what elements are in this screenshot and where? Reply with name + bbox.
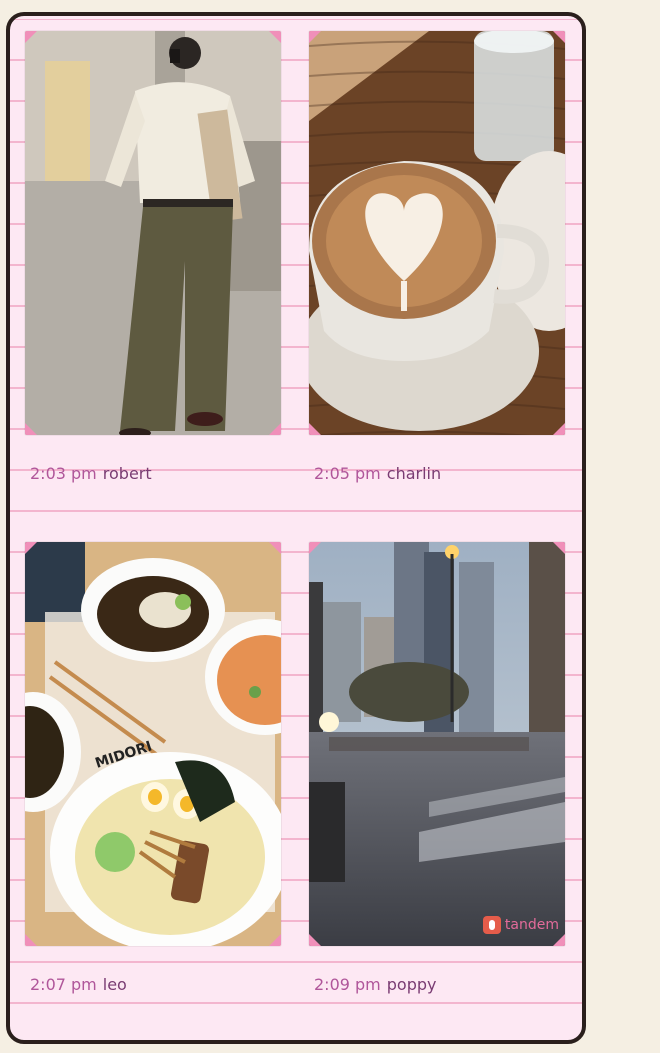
photo-corner-tab (269, 31, 281, 43)
photo-corner-tab (553, 31, 565, 43)
mirror-selfie-image (25, 31, 281, 435)
photo-corner-tab (309, 934, 321, 946)
photo-corner-tab (25, 542, 37, 554)
caption-post-poppy: 2:09 pm poppy (314, 975, 437, 994)
ramen-bowls-image: MIDORI (25, 542, 281, 946)
tandem-watermark: tandem (482, 916, 559, 934)
post-username[interactable]: robert (103, 464, 152, 483)
photo-corner-tab (309, 423, 321, 435)
post-time: 2:07 pm (30, 975, 97, 994)
photo-post-poppy[interactable]: tandem (309, 542, 565, 946)
post-time: 2:09 pm (314, 975, 381, 994)
photo-corner-tab (25, 423, 37, 435)
photo-corner-tab (309, 542, 321, 554)
rainy-city-street-image (309, 542, 565, 946)
photo-corner-tab (309, 31, 321, 43)
photo-corner-tab (269, 423, 281, 435)
tandem-label: tandem (504, 917, 559, 933)
caption-post-robert: 2:03 pm robert (30, 464, 152, 483)
photo-corner-tab (269, 542, 281, 554)
photo-corner-tab (553, 423, 565, 435)
post-username[interactable]: poppy (387, 975, 437, 994)
post-time: 2:03 pm (30, 464, 97, 483)
post-time: 2:05 pm (314, 464, 381, 483)
photo-post-charlin[interactable] (309, 31, 565, 435)
post-username[interactable]: leo (103, 975, 127, 994)
photo-post-robert[interactable] (25, 31, 281, 435)
post-username[interactable]: charlin (387, 464, 441, 483)
latte-art-image (309, 31, 565, 435)
notebook-feed: 2:03 pm robert 2:05 pm charlin MIDORI 2:… (6, 12, 586, 1044)
photo-post-leo[interactable]: MIDORI (25, 542, 281, 946)
photo-corner-tab (25, 31, 37, 43)
caption-post-leo: 2:07 pm leo (30, 975, 127, 994)
photo-corner-tab (269, 934, 281, 946)
photo-corner-tab (553, 934, 565, 946)
caption-post-charlin: 2:05 pm charlin (314, 464, 441, 483)
photo-corner-tab (25, 934, 37, 946)
tandem-logo-icon (482, 916, 501, 934)
photo-corner-tab (553, 542, 565, 554)
